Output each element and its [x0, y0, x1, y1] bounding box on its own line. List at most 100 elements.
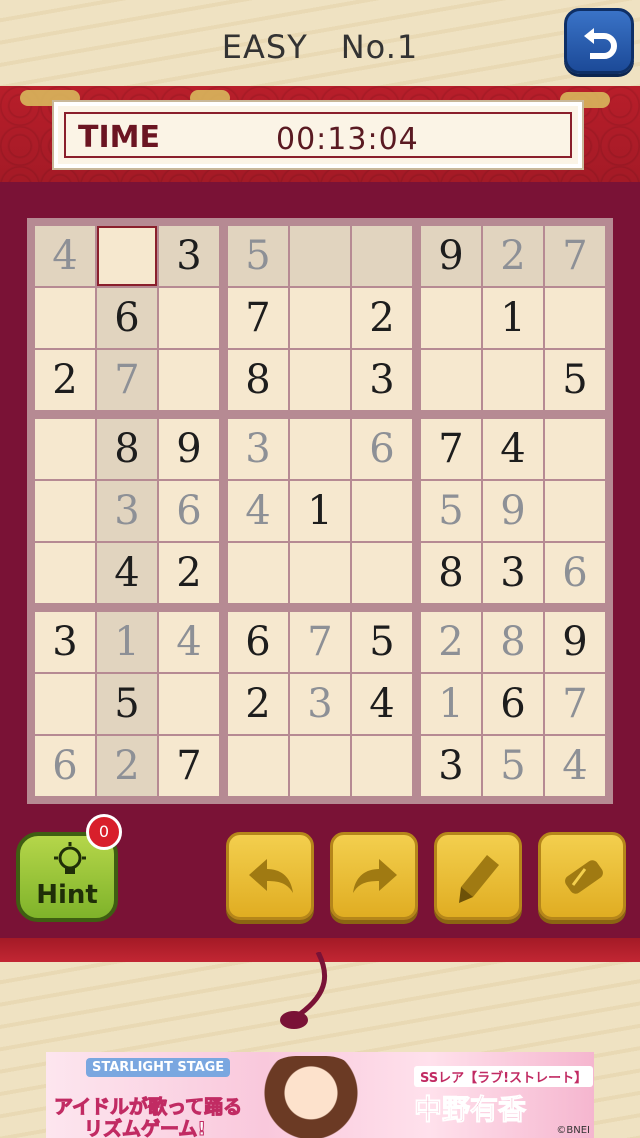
- sudoku-cell[interactable]: 4: [352, 674, 412, 734]
- sudoku-cell[interactable]: 7: [97, 350, 157, 410]
- sudoku-cell[interactable]: 6: [159, 481, 219, 541]
- sudoku-cell[interactable]: 4: [159, 612, 219, 672]
- sudoku-cell[interactable]: 2: [228, 674, 288, 734]
- sudoku-cell[interactable]: [421, 350, 481, 410]
- back-arrow-icon: [584, 28, 617, 59]
- sudoku-cell[interactable]: 5: [545, 350, 605, 410]
- sudoku-cell[interactable]: 2: [483, 226, 543, 286]
- sudoku-cell[interactable]: 6: [352, 419, 412, 479]
- eraser-icon: [565, 860, 603, 894]
- sudoku-cell[interactable]: 4: [545, 736, 605, 796]
- sudoku-cell[interactable]: [35, 674, 95, 734]
- sudoku-cell[interactable]: 9: [159, 419, 219, 479]
- sudoku-cell[interactable]: 4: [97, 543, 157, 603]
- sudoku-cell[interactable]: [483, 350, 543, 410]
- sudoku-cell[interactable]: 1: [97, 612, 157, 672]
- sudoku-cell[interactable]: [290, 288, 350, 348]
- sudoku-cell[interactable]: 8: [228, 350, 288, 410]
- sudoku-cell[interactable]: [35, 288, 95, 348]
- sudoku-cell[interactable]: 2: [159, 543, 219, 603]
- sudoku-cell[interactable]: [352, 736, 412, 796]
- sudoku-cell[interactable]: [97, 226, 157, 286]
- sudoku-cell[interactable]: 8: [97, 419, 157, 479]
- sudoku-cell[interactable]: 7: [159, 736, 219, 796]
- sudoku-cell[interactable]: 5: [421, 481, 481, 541]
- banner-tagline-2: リズムゲーム!: [83, 1118, 207, 1138]
- sudoku-cell[interactable]: 2: [35, 350, 95, 410]
- sudoku-cell[interactable]: [545, 481, 605, 541]
- sudoku-cell[interactable]: 3: [159, 226, 219, 286]
- sudoku-cell[interactable]: [352, 481, 412, 541]
- sudoku-cell[interactable]: [290, 419, 350, 479]
- sudoku-block: 7459836: [421, 419, 605, 603]
- sudoku-cell[interactable]: 6: [35, 736, 95, 796]
- sudoku-cell[interactable]: [290, 350, 350, 410]
- sudoku-cell[interactable]: 3: [421, 736, 481, 796]
- back-button[interactable]: [564, 8, 634, 74]
- sudoku-cell[interactable]: 6: [545, 543, 605, 603]
- sudoku-cell[interactable]: [352, 226, 412, 286]
- sudoku-cell[interactable]: 2: [352, 288, 412, 348]
- sudoku-cell[interactable]: [228, 543, 288, 603]
- sudoku-cell[interactable]: [290, 226, 350, 286]
- sudoku-cell[interactable]: 3: [35, 612, 95, 672]
- sudoku-cell[interactable]: [545, 288, 605, 348]
- sudoku-cell[interactable]: 1: [421, 674, 481, 734]
- lightbulb-icon: [54, 842, 86, 874]
- sudoku-cell[interactable]: 7: [545, 226, 605, 286]
- sudoku-cell[interactable]: [35, 543, 95, 603]
- sudoku-cell[interactable]: 6: [97, 288, 157, 348]
- sudoku-cell[interactable]: 1: [290, 481, 350, 541]
- sudoku-cell[interactable]: 9: [421, 226, 481, 286]
- sudoku-cell[interactable]: 3: [97, 481, 157, 541]
- sudoku-cell[interactable]: [421, 288, 481, 348]
- sudoku-cell[interactable]: 4: [483, 419, 543, 479]
- sudoku-block: 92715: [421, 226, 605, 410]
- sudoku-cell[interactable]: 3: [352, 350, 412, 410]
- pencil-icon: [459, 855, 499, 903]
- sudoku-cell[interactable]: [290, 736, 350, 796]
- sudoku-cell[interactable]: [352, 543, 412, 603]
- eraser-button[interactable]: [538, 832, 626, 920]
- sudoku-cell[interactable]: [290, 543, 350, 603]
- sudoku-block: 289 167 354: [421, 612, 605, 796]
- sudoku-cell[interactable]: 9: [483, 481, 543, 541]
- timer-frame: TIME 00:13:04: [64, 112, 572, 158]
- sudoku-cell[interactable]: 4: [35, 226, 95, 286]
- sudoku-cell[interactable]: 2: [97, 736, 157, 796]
- sudoku-cell[interactable]: 9: [545, 612, 605, 672]
- sudoku-cell[interactable]: 2: [421, 612, 481, 672]
- sudoku-cell[interactable]: [228, 736, 288, 796]
- sudoku-cell[interactable]: [159, 350, 219, 410]
- sudoku-cell[interactable]: 7: [228, 288, 288, 348]
- sudoku-cell[interactable]: [545, 419, 605, 479]
- sudoku-cell[interactable]: 5: [483, 736, 543, 796]
- sudoku-cell[interactable]: 1: [483, 288, 543, 348]
- sudoku-cell[interactable]: 7: [421, 419, 481, 479]
- sudoku-cell[interactable]: 4: [228, 481, 288, 541]
- sudoku-cell[interactable]: 5: [352, 612, 412, 672]
- sudoku-cell[interactable]: [159, 674, 219, 734]
- sudoku-board: 4362757283927158936423641745983631456276…: [27, 218, 613, 804]
- redo-button[interactable]: [330, 832, 418, 920]
- sudoku-cell[interactable]: 3: [483, 543, 543, 603]
- hint-count-badge: 0: [86, 814, 122, 850]
- sudoku-cell[interactable]: 6: [228, 612, 288, 672]
- redo-arrow-icon: [353, 859, 397, 893]
- advertisement-banner[interactable]: STARLIGHT STAGE アイドルが歌って踊る リズムゲーム! SSレア【…: [46, 1052, 594, 1138]
- undo-button[interactable]: [226, 832, 314, 920]
- sudoku-cell[interactable]: [35, 481, 95, 541]
- sudoku-cell[interactable]: 3: [290, 674, 350, 734]
- sudoku-cell[interactable]: [35, 419, 95, 479]
- sudoku-cell[interactable]: 8: [421, 543, 481, 603]
- pencil-button[interactable]: [434, 832, 522, 920]
- sudoku-cell[interactable]: 7: [290, 612, 350, 672]
- sudoku-cell[interactable]: 8: [483, 612, 543, 672]
- sudoku-cell[interactable]: [159, 288, 219, 348]
- sudoku-cell[interactable]: 3: [228, 419, 288, 479]
- sudoku-block: 675 234: [228, 612, 412, 796]
- sudoku-cell[interactable]: 5: [97, 674, 157, 734]
- sudoku-cell[interactable]: 6: [483, 674, 543, 734]
- sudoku-cell[interactable]: 5: [228, 226, 288, 286]
- sudoku-cell[interactable]: 7: [545, 674, 605, 734]
